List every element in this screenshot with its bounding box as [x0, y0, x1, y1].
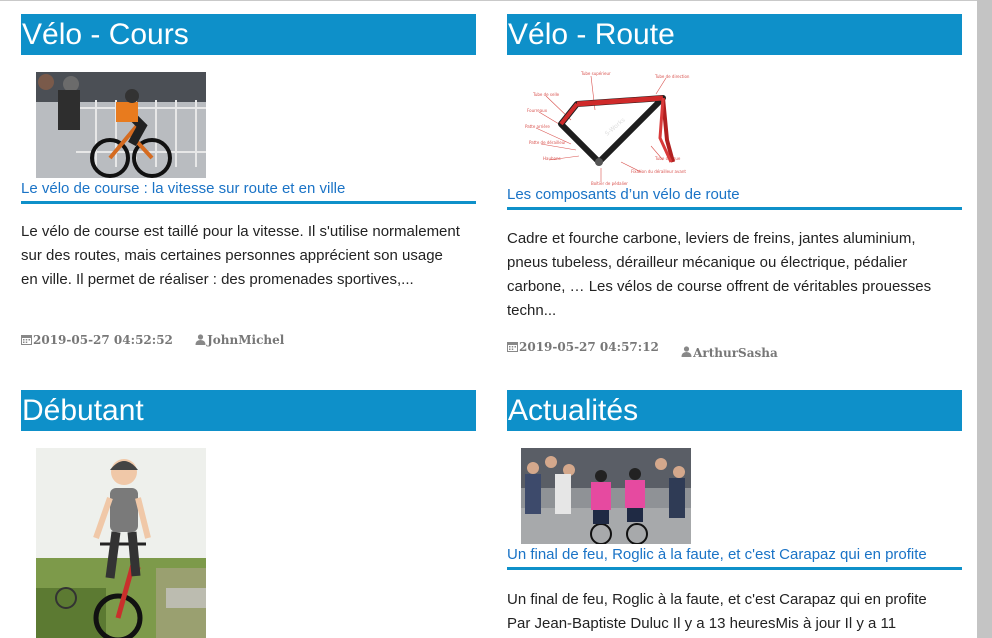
svg-text:Patte arrière: Patte arrière — [525, 124, 550, 129]
article-thumbnail[interactable] — [36, 72, 206, 178]
section-title[interactable]: Actualités — [507, 390, 962, 431]
section-title[interactable]: Vélo - Route — [507, 14, 962, 55]
svg-text:Tube de selle: Tube de selle — [532, 92, 560, 97]
article-divider — [507, 567, 962, 570]
article-author[interactable]: ArthurSasha — [693, 346, 778, 360]
vertical-scrollbar[interactable] — [977, 0, 992, 638]
calendar-icon — [21, 334, 32, 348]
article-link[interactable]: Les composants d’un vélo de route — [507, 185, 962, 205]
section-velo-cours: Vélo - Cours Le vélo de course : la vite… — [21, 14, 476, 354]
svg-text:Patte de dérailleur: Patte de dérailleur — [529, 140, 566, 145]
user-icon — [195, 334, 206, 348]
article-divider — [507, 207, 962, 210]
section-velo-route: Vélo - Route Tube supérieur Tube de direc… — [507, 14, 962, 364]
article-link[interactable]: Le vélo de course : la vitesse sur route… — [21, 179, 476, 199]
article-author[interactable]: JohnMichel — [207, 333, 284, 347]
article-date: 2019-05-27 04:52:52 — [33, 333, 173, 347]
svg-text:Fixation du dérailleur avant: Fixation du dérailleur avant — [631, 169, 686, 174]
user-icon — [681, 346, 692, 360]
article-link[interactable]: Un final de feu, Roglic à la faute, et c… — [507, 545, 962, 565]
article-excerpt: Un final de feu, Roglic à la faute, et c… — [507, 591, 927, 632]
article-divider — [21, 201, 476, 204]
article-thumbnail[interactable] — [521, 448, 691, 544]
section-title[interactable]: Vélo - Cours — [21, 14, 476, 55]
article-date: 2019-05-27 04:57:12 — [519, 340, 659, 354]
svg-text:Tube de direction: Tube de direction — [654, 74, 690, 79]
svg-text:Haubans: Haubans — [543, 156, 561, 161]
calendar-icon — [507, 341, 518, 355]
section-actualites: Actualités Un final de feu, Roglic à la … — [507, 390, 962, 638]
article-excerpt: Le vélo de course est taillé pour la vit… — [21, 223, 460, 288]
section-title[interactable]: Débutant — [21, 390, 476, 431]
svg-text:Tube supérieur: Tube supérieur — [580, 71, 611, 76]
article-meta: 2019-05-27 04:57:12 ArthurSasha — [507, 340, 778, 360]
article-thumbnail[interactable]: Tube supérieur Tube de direction Tube de … — [521, 70, 691, 187]
top-border — [0, 0, 977, 1]
section-debutant: Débutant — [21, 390, 476, 638]
svg-text:Fourreaux: Fourreaux — [527, 108, 548, 113]
article-excerpt: Cadre et fourche carbone, leviers de fre… — [507, 230, 932, 319]
article-thumbnail[interactable] — [36, 448, 206, 638]
article-meta: 2019-05-27 04:52:52 JohnMichel — [21, 333, 284, 348]
